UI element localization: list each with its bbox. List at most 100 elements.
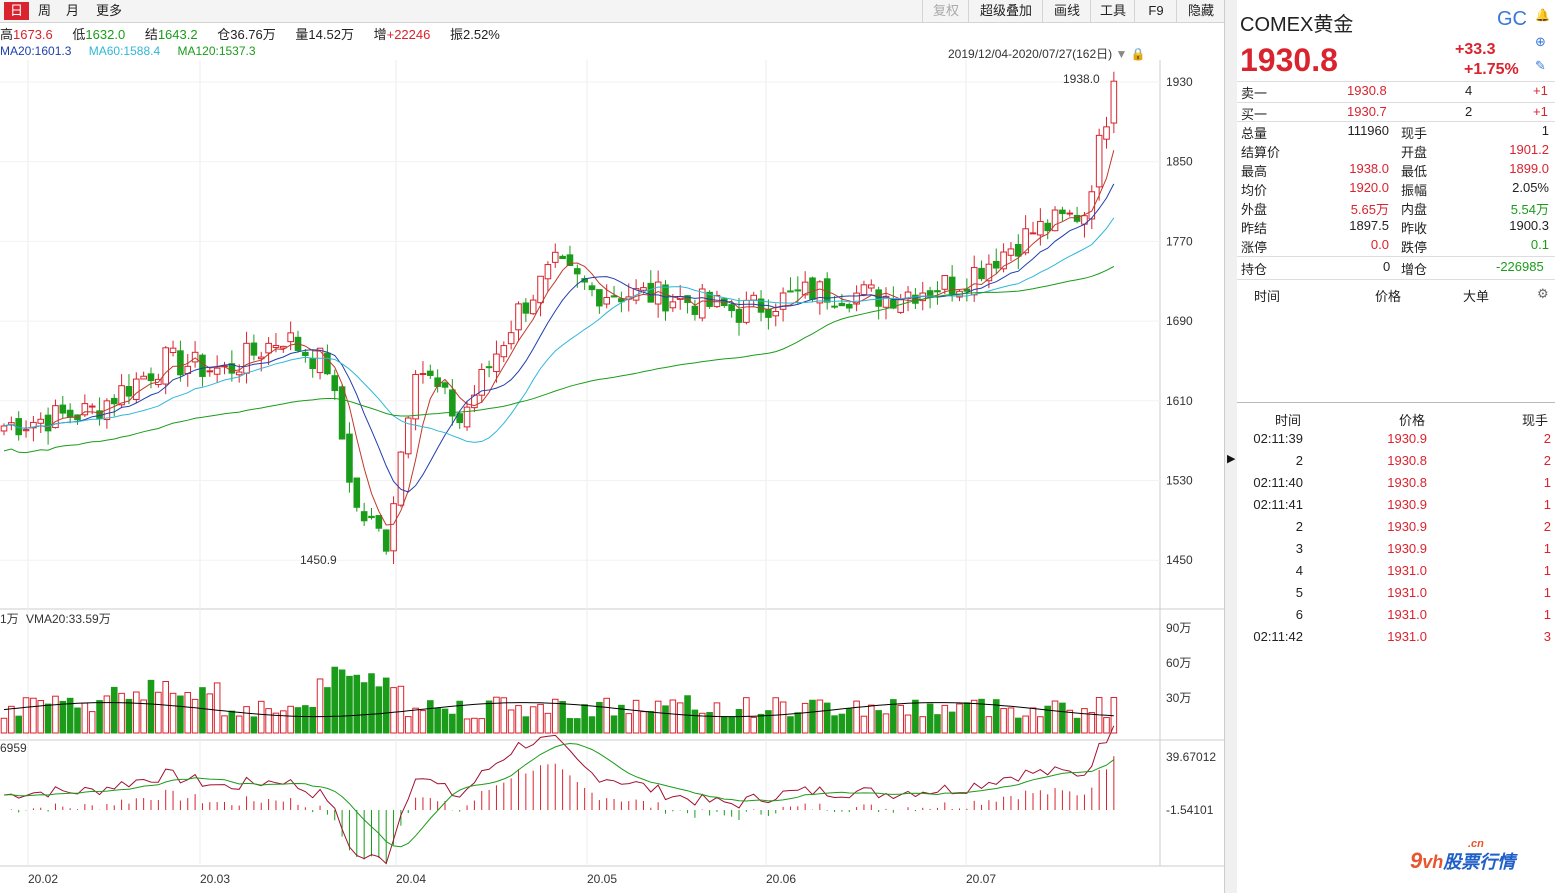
- volume-bar: [948, 711, 956, 734]
- volume-bar: [970, 699, 978, 734]
- price-tick-label: 1850: [1166, 155, 1193, 169]
- volume-bar: [147, 679, 155, 734]
- volume-bar: [493, 696, 500, 734]
- candle-body: [316, 347, 324, 374]
- ma20-label: MA20:1601.3: [0, 44, 72, 58]
- volume-value: 14.52万: [308, 27, 354, 42]
- tick-row: 3 1930.9 1: [1295, 541, 1551, 556]
- instrument-code[interactable]: GC: [1497, 8, 1527, 31]
- add-icon[interactable]: ⊕: [1535, 34, 1546, 50]
- volume-bar: [177, 695, 184, 734]
- volume-bar: [427, 700, 434, 734]
- candle-body: [743, 299, 750, 323]
- tab-monthly[interactable]: 月: [60, 2, 85, 20]
- collapse-arrow-icon[interactable]: ▶: [1227, 452, 1235, 465]
- candle-body: [382, 529, 390, 552]
- candle-body: [1103, 126, 1110, 140]
- tab-weekly[interactable]: 周: [32, 2, 57, 20]
- overlay-button[interactable]: 超级叠加: [968, 0, 1043, 22]
- candle-body: [897, 299, 905, 313]
- tab-more[interactable]: 更多: [90, 2, 128, 20]
- volume-bar: [750, 716, 758, 734]
- candle-body: [368, 515, 375, 519]
- volume-bar: [676, 702, 684, 734]
- volume-bar: [963, 702, 971, 734]
- candle-body: [331, 375, 339, 392]
- candle-body: [647, 282, 655, 303]
- tick-row: 02:11:41 1930.9 1: [1253, 497, 1551, 512]
- tick-row: 6 1931.0 1: [1295, 607, 1551, 622]
- candle-body: [662, 284, 669, 312]
- volume-bar: [390, 687, 397, 734]
- volume-bar: [1022, 715, 1029, 734]
- volume-bar: [250, 716, 258, 734]
- draw-line-button[interactable]: 画线: [1042, 0, 1091, 22]
- volume-bar: [419, 710, 427, 734]
- candle-body: [250, 342, 258, 356]
- volume-tick-label: 60万: [1166, 656, 1191, 670]
- tools-button[interactable]: 工具: [1090, 0, 1135, 22]
- macd-tick-label: -1.54101: [1166, 803, 1214, 817]
- edit-icon[interactable]: ✎: [1535, 58, 1546, 74]
- volume-bar: [206, 693, 214, 734]
- candle-body: [1066, 212, 1074, 215]
- stat-row: 结算价 开盘 1901.2: [1241, 142, 1549, 160]
- volume-bar: [691, 709, 699, 734]
- panel-divider[interactable]: ▶: [1224, 0, 1238, 893]
- candle-body: [1059, 209, 1066, 215]
- ma120-label: MA120:1537.3: [177, 44, 256, 58]
- date-range[interactable]: 2019/12/04-2020/07/27(162日) ▼ 🔒: [948, 45, 1146, 62]
- alert-icon[interactable]: 🔔: [1535, 8, 1550, 22]
- price-change-pct: +1.75%: [1464, 61, 1519, 78]
- volume-bar: [162, 680, 169, 734]
- stat-row: 外盘 5.65万 内盘 5.54万: [1241, 202, 1549, 217]
- amplitude-value: 2.52%: [463, 27, 500, 42]
- volume-bar: [103, 695, 111, 734]
- volume-bar: [44, 703, 52, 734]
- candle-body: [794, 289, 802, 292]
- volume-bar: [353, 674, 361, 734]
- candle-body: [772, 311, 780, 317]
- volume-bar: [779, 701, 787, 734]
- volume-bar: [735, 709, 743, 734]
- candle-body: [640, 287, 647, 291]
- candle-body: [390, 503, 397, 552]
- volume-bar: [463, 718, 471, 734]
- ma60-line: [3, 266, 1115, 454]
- volume-bar: [632, 699, 640, 734]
- candle-body: [206, 370, 214, 373]
- tick-row: 5 1931.0 1: [1295, 585, 1551, 600]
- volume-bar: [471, 717, 478, 734]
- adjust-button[interactable]: 复权: [922, 0, 969, 22]
- settle-value: 1643.2: [157, 27, 198, 42]
- volume-bar: [956, 703, 963, 734]
- volume-bar: [743, 697, 750, 734]
- candle-body: [110, 397, 118, 405]
- candle-body: [875, 289, 882, 307]
- volume-bar: [199, 687, 206, 734]
- dropdown-icon: ▼: [1115, 47, 1128, 61]
- volume-bar: [316, 678, 324, 734]
- volume-bar: [243, 706, 250, 734]
- volume-bar: [603, 697, 611, 734]
- settings-gear-icon[interactable]: ⚙: [1537, 286, 1549, 302]
- candle-body: [934, 290, 941, 293]
- volume-bar: [346, 675, 353, 734]
- candle-body: [574, 268, 581, 275]
- volume-bar: [926, 703, 934, 734]
- volume-bar: [765, 710, 772, 734]
- volume-bar: [257, 700, 265, 734]
- hide-button[interactable]: 隐藏: [1176, 0, 1225, 22]
- tick-row: 02:11:39 1930.9 2: [1253, 431, 1551, 446]
- tab-daily[interactable]: 日: [4, 2, 30, 20]
- price-tick-label: 1930: [1166, 75, 1193, 89]
- kline-chart[interactable]: 1930 1850 1770 1690 1610 1530 1450 90万 60万 30万 39.…: [0, 0, 1224, 893]
- candle-body: [838, 302, 846, 307]
- candle-body: [845, 304, 853, 309]
- volume-bar: [794, 712, 802, 734]
- volume-bar: [1073, 717, 1081, 734]
- f9-button[interactable]: F9: [1134, 0, 1177, 22]
- stat-row: 总量 111960 现手 1: [1241, 123, 1549, 141]
- volume-bar: [941, 704, 949, 734]
- volume-bar: [338, 669, 346, 734]
